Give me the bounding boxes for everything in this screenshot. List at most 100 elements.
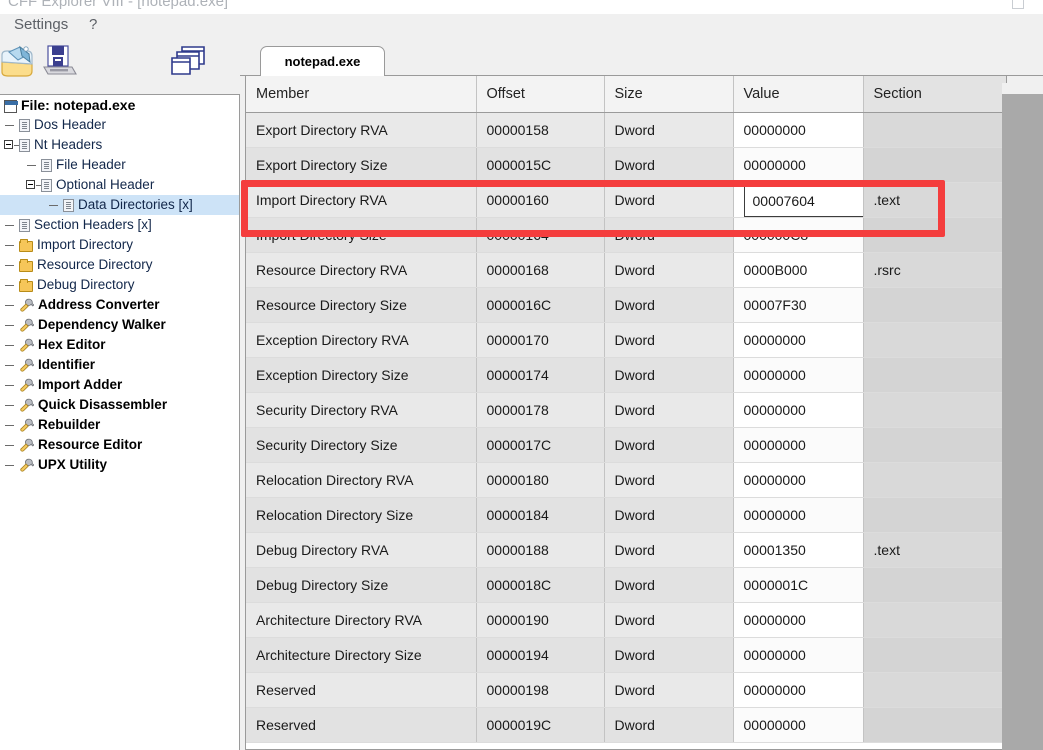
tree-connector [5, 425, 14, 426]
cell-value[interactable]: 00000000 [733, 637, 864, 673]
table-row[interactable]: Exception Directory Size 00000174 Dword 000… [246, 357, 1006, 393]
tree-item-dos-header[interactable]: Dos Header [0, 115, 239, 135]
cell-size: Dword [604, 392, 734, 428]
cell-member: Relocation Directory Size [246, 497, 477, 533]
column-header-value[interactable]: Value [733, 76, 864, 113]
tree-item-dependency-walker[interactable]: Dependency Walker [0, 315, 239, 335]
value-edit-input[interactable]: 00007604 [743, 182, 862, 216]
tree-item-quick-disassembler[interactable]: Quick Disassembler [0, 395, 239, 415]
tree-item-resource-editor[interactable]: Resource Editor [0, 435, 239, 455]
tree-item-optional-header[interactable]: Optional Header [0, 175, 239, 195]
tree-root-file[interactable]: File: notepad.exe [0, 95, 239, 115]
tree-item-label: Data Directories [x] [78, 197, 193, 212]
tree-item-data-directories-x[interactable]: Data Directories [x] [0, 195, 239, 215]
cell-value[interactable]: 00000000 [733, 707, 864, 743]
cell-offset: 00000158 [476, 112, 605, 148]
cell-value[interactable]: 00000000 [733, 357, 864, 393]
cell-offset: 00000160 [476, 182, 605, 218]
cell-value[interactable]: 00000000 [733, 392, 864, 428]
tree-item-nt-headers[interactable]: Nt Headers [0, 135, 239, 155]
folder-icon [19, 259, 33, 272]
tree-item-resource-directory[interactable]: Resource Directory [0, 255, 239, 275]
cascade-windows-button[interactable] [165, 42, 209, 82]
tree-item-label: Resource Editor [38, 437, 143, 452]
table-row[interactable]: Reserved 00000198 Dword 00000000 [246, 672, 1006, 708]
window-title-bar: CFF Explorer VIII - [notepad.exe] [0, 0, 1043, 14]
cell-member: Exception Directory Size [246, 357, 477, 393]
cell-value[interactable]: 0000001C [733, 567, 864, 603]
table-row[interactable]: Debug Directory RVA 00000188 Dword 00001350… [246, 532, 1006, 568]
tree-collapse-toggle[interactable] [26, 180, 35, 189]
tree-item-hex-editor[interactable]: Hex Editor [0, 335, 239, 355]
cell-value[interactable]: 00007F30 [733, 287, 864, 323]
cell-value[interactable]: 00000000 [733, 112, 864, 148]
tree-item-label: File Header [56, 157, 126, 172]
cell-value[interactable]: 00000000 [733, 462, 864, 498]
table-row[interactable]: Export Directory RVA 00000158 Dword 0000000… [246, 112, 1006, 148]
column-header-section[interactable]: Section [863, 76, 1006, 113]
table-row[interactable]: Security Directory RVA 00000178 Dword 00000… [246, 392, 1006, 428]
save-file-button[interactable] [38, 42, 82, 82]
table-row[interactable]: Reserved 0000019C Dword 00000000 [246, 707, 1006, 743]
cell-size: Dword [604, 462, 734, 498]
cell-size: Dword [604, 357, 734, 393]
tree-item-label: Identifier [38, 357, 96, 372]
column-header-member[interactable]: Member [246, 76, 477, 113]
tree-item-import-adder[interactable]: Import Adder [0, 375, 239, 395]
cell-offset: 00000170 [476, 322, 605, 358]
table-row[interactable]: Import Directory RVA 00000160 Dword 0000760… [246, 182, 1006, 218]
table-row[interactable]: Exception Directory RVA 00000170 Dword 0000… [246, 322, 1006, 358]
cell-value[interactable]: 00000000 [733, 672, 864, 708]
scrollbar-gutter-top [1002, 83, 1043, 94]
menu-help[interactable]: ? [89, 16, 97, 33]
tree-collapse-toggle[interactable] [4, 140, 13, 149]
cell-offset: 0000016C [476, 287, 605, 323]
cell-section [863, 637, 1006, 673]
tree-item-file-header[interactable]: File Header [0, 155, 239, 175]
table-row[interactable]: Security Directory Size 0000017C Dword 0000… [246, 427, 1006, 463]
wrench-icon [19, 398, 35, 412]
table-row[interactable]: Import Directory Size 00000164 Dword 000000… [246, 217, 1006, 253]
table-row[interactable]: Debug Directory Size 0000018C Dword 0000001… [246, 567, 1006, 603]
menu-settings[interactable]: Settings [14, 16, 68, 33]
tree-item-upx-utility[interactable]: UPX Utility [0, 455, 239, 475]
tree-item-identifier[interactable]: Identifier [0, 355, 239, 375]
cell-value[interactable]: 00000000 [733, 427, 864, 463]
tree-connector [5, 365, 14, 366]
maximize-icon[interactable] [1012, 0, 1024, 9]
cell-value[interactable]: 00001350 [733, 532, 864, 568]
tab-notepad-exe[interactable]: notepad.exe [260, 46, 385, 76]
cell-value[interactable]: 00000000 [733, 147, 864, 183]
cell-value[interactable]: 00000000 [733, 322, 864, 358]
tree-connector [5, 305, 14, 306]
column-header-size[interactable]: Size [604, 76, 734, 113]
tree-item-rebuilder[interactable]: Rebuilder [0, 415, 239, 435]
tree-item-import-directory[interactable]: Import Directory [0, 235, 239, 255]
cell-section [863, 147, 1006, 183]
navigation-tree[interactable]: File: notepad.exe Dos Header Nt Headers Fil… [0, 94, 240, 750]
table-row[interactable]: Relocation Directory RVA 00000180 Dword 000… [246, 462, 1006, 498]
cell-offset: 0000017C [476, 427, 605, 463]
table-row[interactable]: Export Directory Size 0000015C Dword 000000… [246, 147, 1006, 183]
tree-item-section-headers-x[interactable]: Section Headers [x] [0, 215, 239, 235]
cell-section [863, 602, 1006, 638]
wrench-icon [19, 458, 35, 472]
table-row[interactable]: Resource Directory RVA 00000168 Dword 0000B… [246, 252, 1006, 288]
cell-member: Relocation Directory RVA [246, 462, 477, 498]
save-disk-icon [43, 45, 77, 75]
wrench-icon [19, 418, 35, 432]
table-row[interactable]: Relocation Directory Size 00000184 Dword 00… [246, 497, 1006, 533]
cell-value[interactable]: 00000000 [733, 602, 864, 638]
cell-value[interactable]: 00000000 [733, 497, 864, 533]
table-row[interactable]: Architecture Directory Size 00000194 Dword… [246, 637, 1006, 673]
tree-item-address-converter[interactable]: Address Converter [0, 295, 239, 315]
cell-value-editable[interactable]: 00007604 [733, 182, 864, 218]
cell-value[interactable]: 000000C8 [733, 217, 864, 253]
tree-item-debug-directory[interactable]: Debug Directory [0, 275, 239, 295]
cell-offset: 00000168 [476, 252, 605, 288]
column-header-offset[interactable]: Offset [476, 76, 605, 113]
cell-value[interactable]: 0000B000 [733, 252, 864, 288]
table-row[interactable]: Architecture Directory RVA 00000190 Dword 0… [246, 602, 1006, 638]
table-row[interactable]: Resource Directory Size 0000016C Dword 0000… [246, 287, 1006, 323]
vertical-scrollbar-track[interactable] [1002, 94, 1043, 750]
